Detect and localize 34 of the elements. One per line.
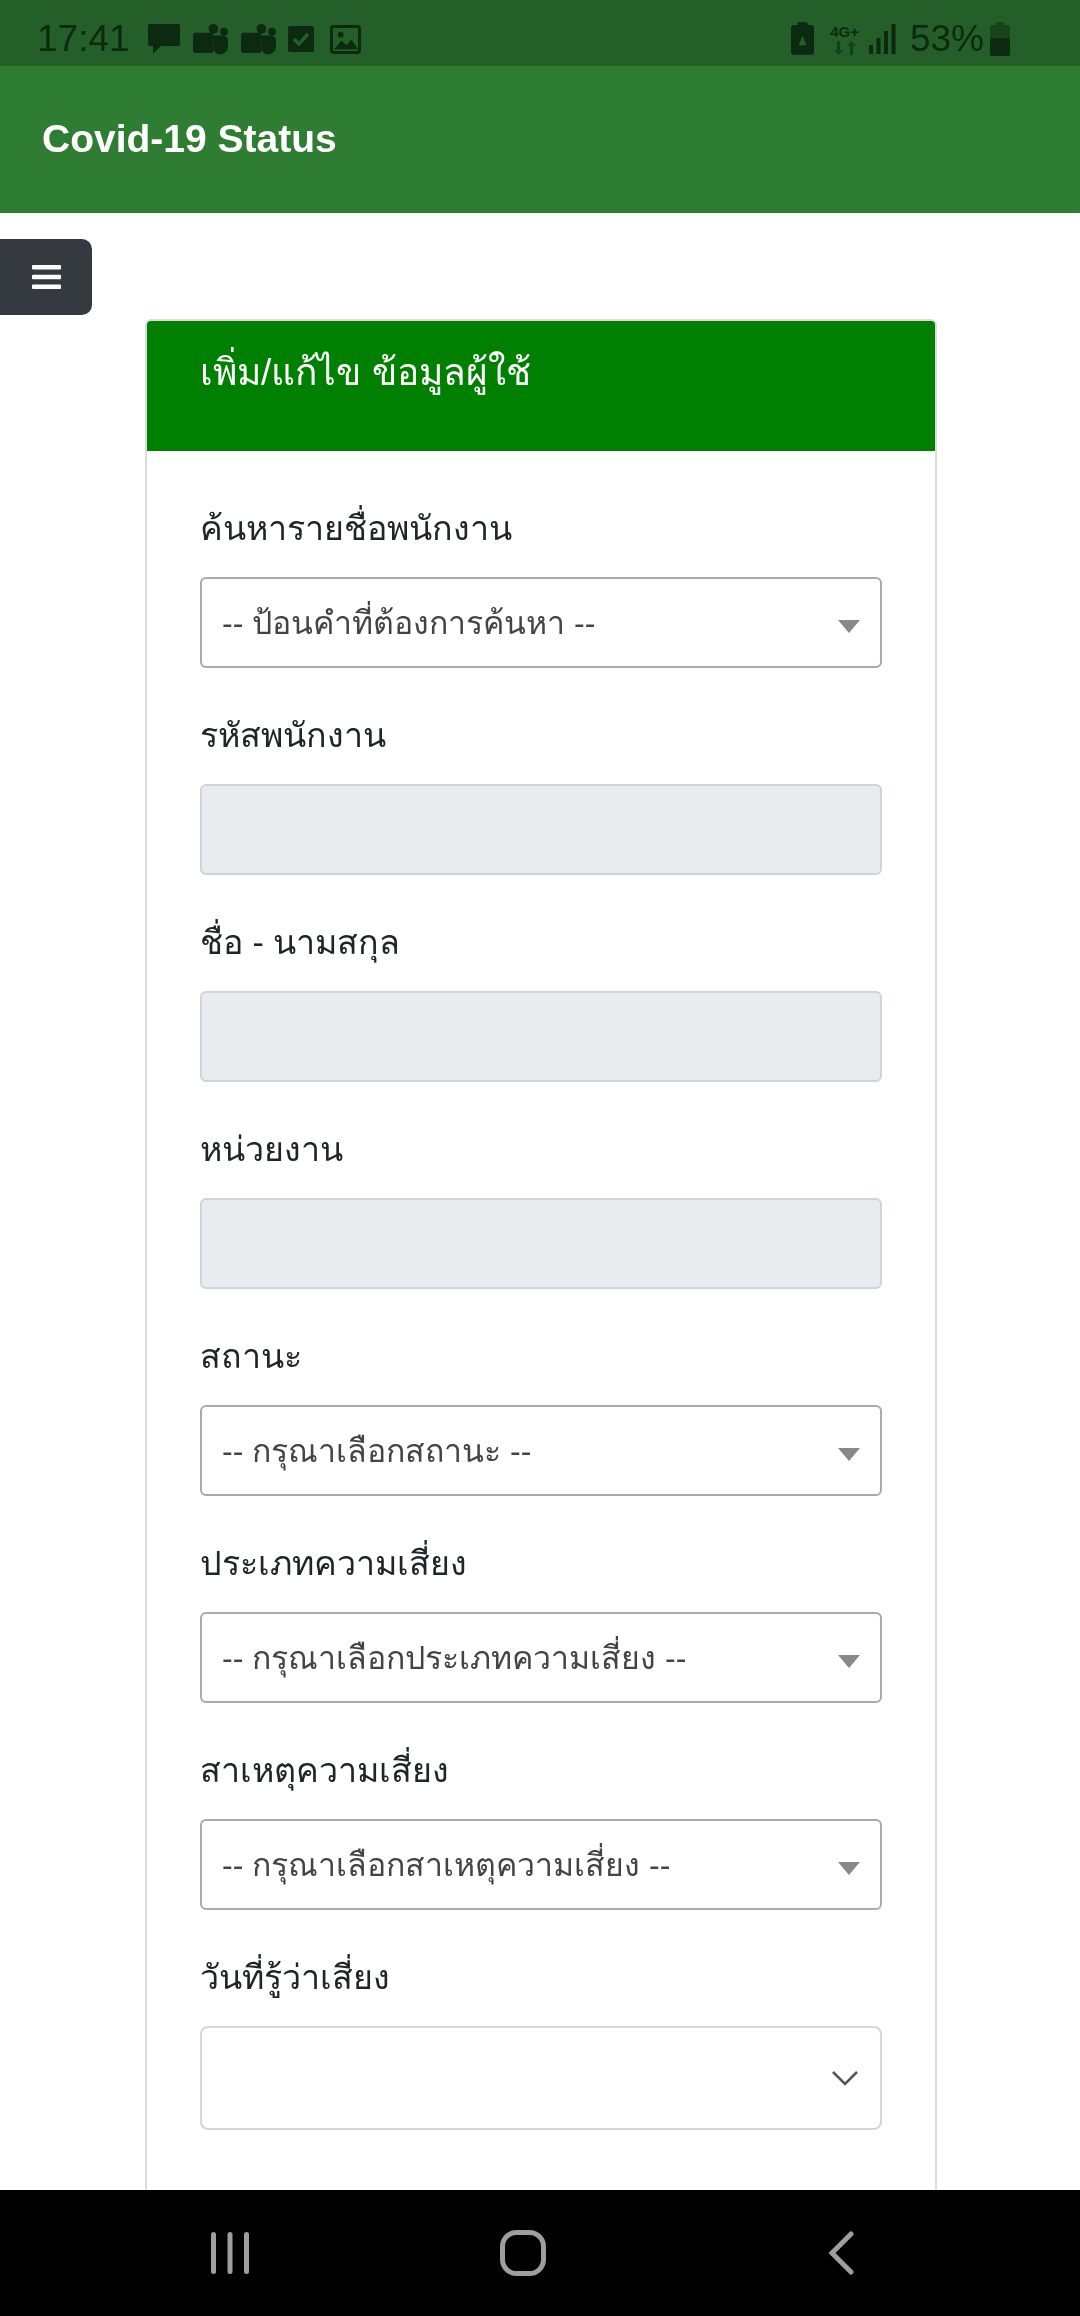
card-title: เพิ่ม/แก้ไข ข้อมูลผู้ใช้ (200, 343, 531, 403)
dropdown-triangle-icon (838, 1448, 860, 1461)
field-label: รหัสพนักงาน (200, 715, 387, 756)
chevron-down-icon (832, 2070, 858, 2086)
select-field[interactable]: -- กรุณาเลือกสถานะ -- (200, 1405, 882, 1496)
dropdown-triangle-icon (838, 1655, 860, 1668)
select-field[interactable]: -- กรุณาเลือกสาเหตุความเสี่ยง -- (200, 1819, 882, 1910)
date-field[interactable] (200, 2026, 882, 2130)
battery-icon (990, 22, 1010, 56)
field-label: ประเภทความเสี่ยง (200, 1538, 882, 1589)
dropdown-triangle-icon (838, 1862, 860, 1875)
people-tile-icon (191, 22, 229, 56)
checkbox-icon (287, 25, 314, 53)
home-icon[interactable] (500, 2230, 546, 2276)
image-icon (329, 24, 361, 54)
field-label: ชื่อ - นามสกุล (200, 917, 882, 968)
menu-icon (31, 265, 61, 289)
select-field[interactable]: -- กรุณาเลือกประเภทความเสี่ยง -- (200, 1612, 882, 1703)
field-label: วันที่รู้ว่าเสี่ยง (200, 1952, 882, 2003)
data-arrows-icon (832, 40, 857, 55)
signal-icon (868, 24, 896, 54)
back-icon[interactable] (828, 2231, 854, 2275)
field-label: สาเหตุความเสี่ยง (200, 1745, 882, 1796)
field-label: หน่วยงาน (200, 1129, 344, 1170)
field-label: สถานะ (200, 1336, 303, 1377)
people-tile-icon (239, 22, 277, 56)
app-title: Covid-19 Status (42, 116, 337, 163)
message-icon (146, 23, 181, 55)
menu-button[interactable] (0, 239, 92, 315)
recent-apps-icon[interactable] (210, 2232, 250, 2274)
battery-saver-icon (791, 22, 815, 56)
field-label: ค้นหารายชื่อพนักงาน (200, 503, 882, 554)
dropdown-triangle-icon (838, 620, 860, 633)
select-field[interactable]: -- ป้อนคำที่ต้องการค้นหา -- (200, 577, 882, 668)
